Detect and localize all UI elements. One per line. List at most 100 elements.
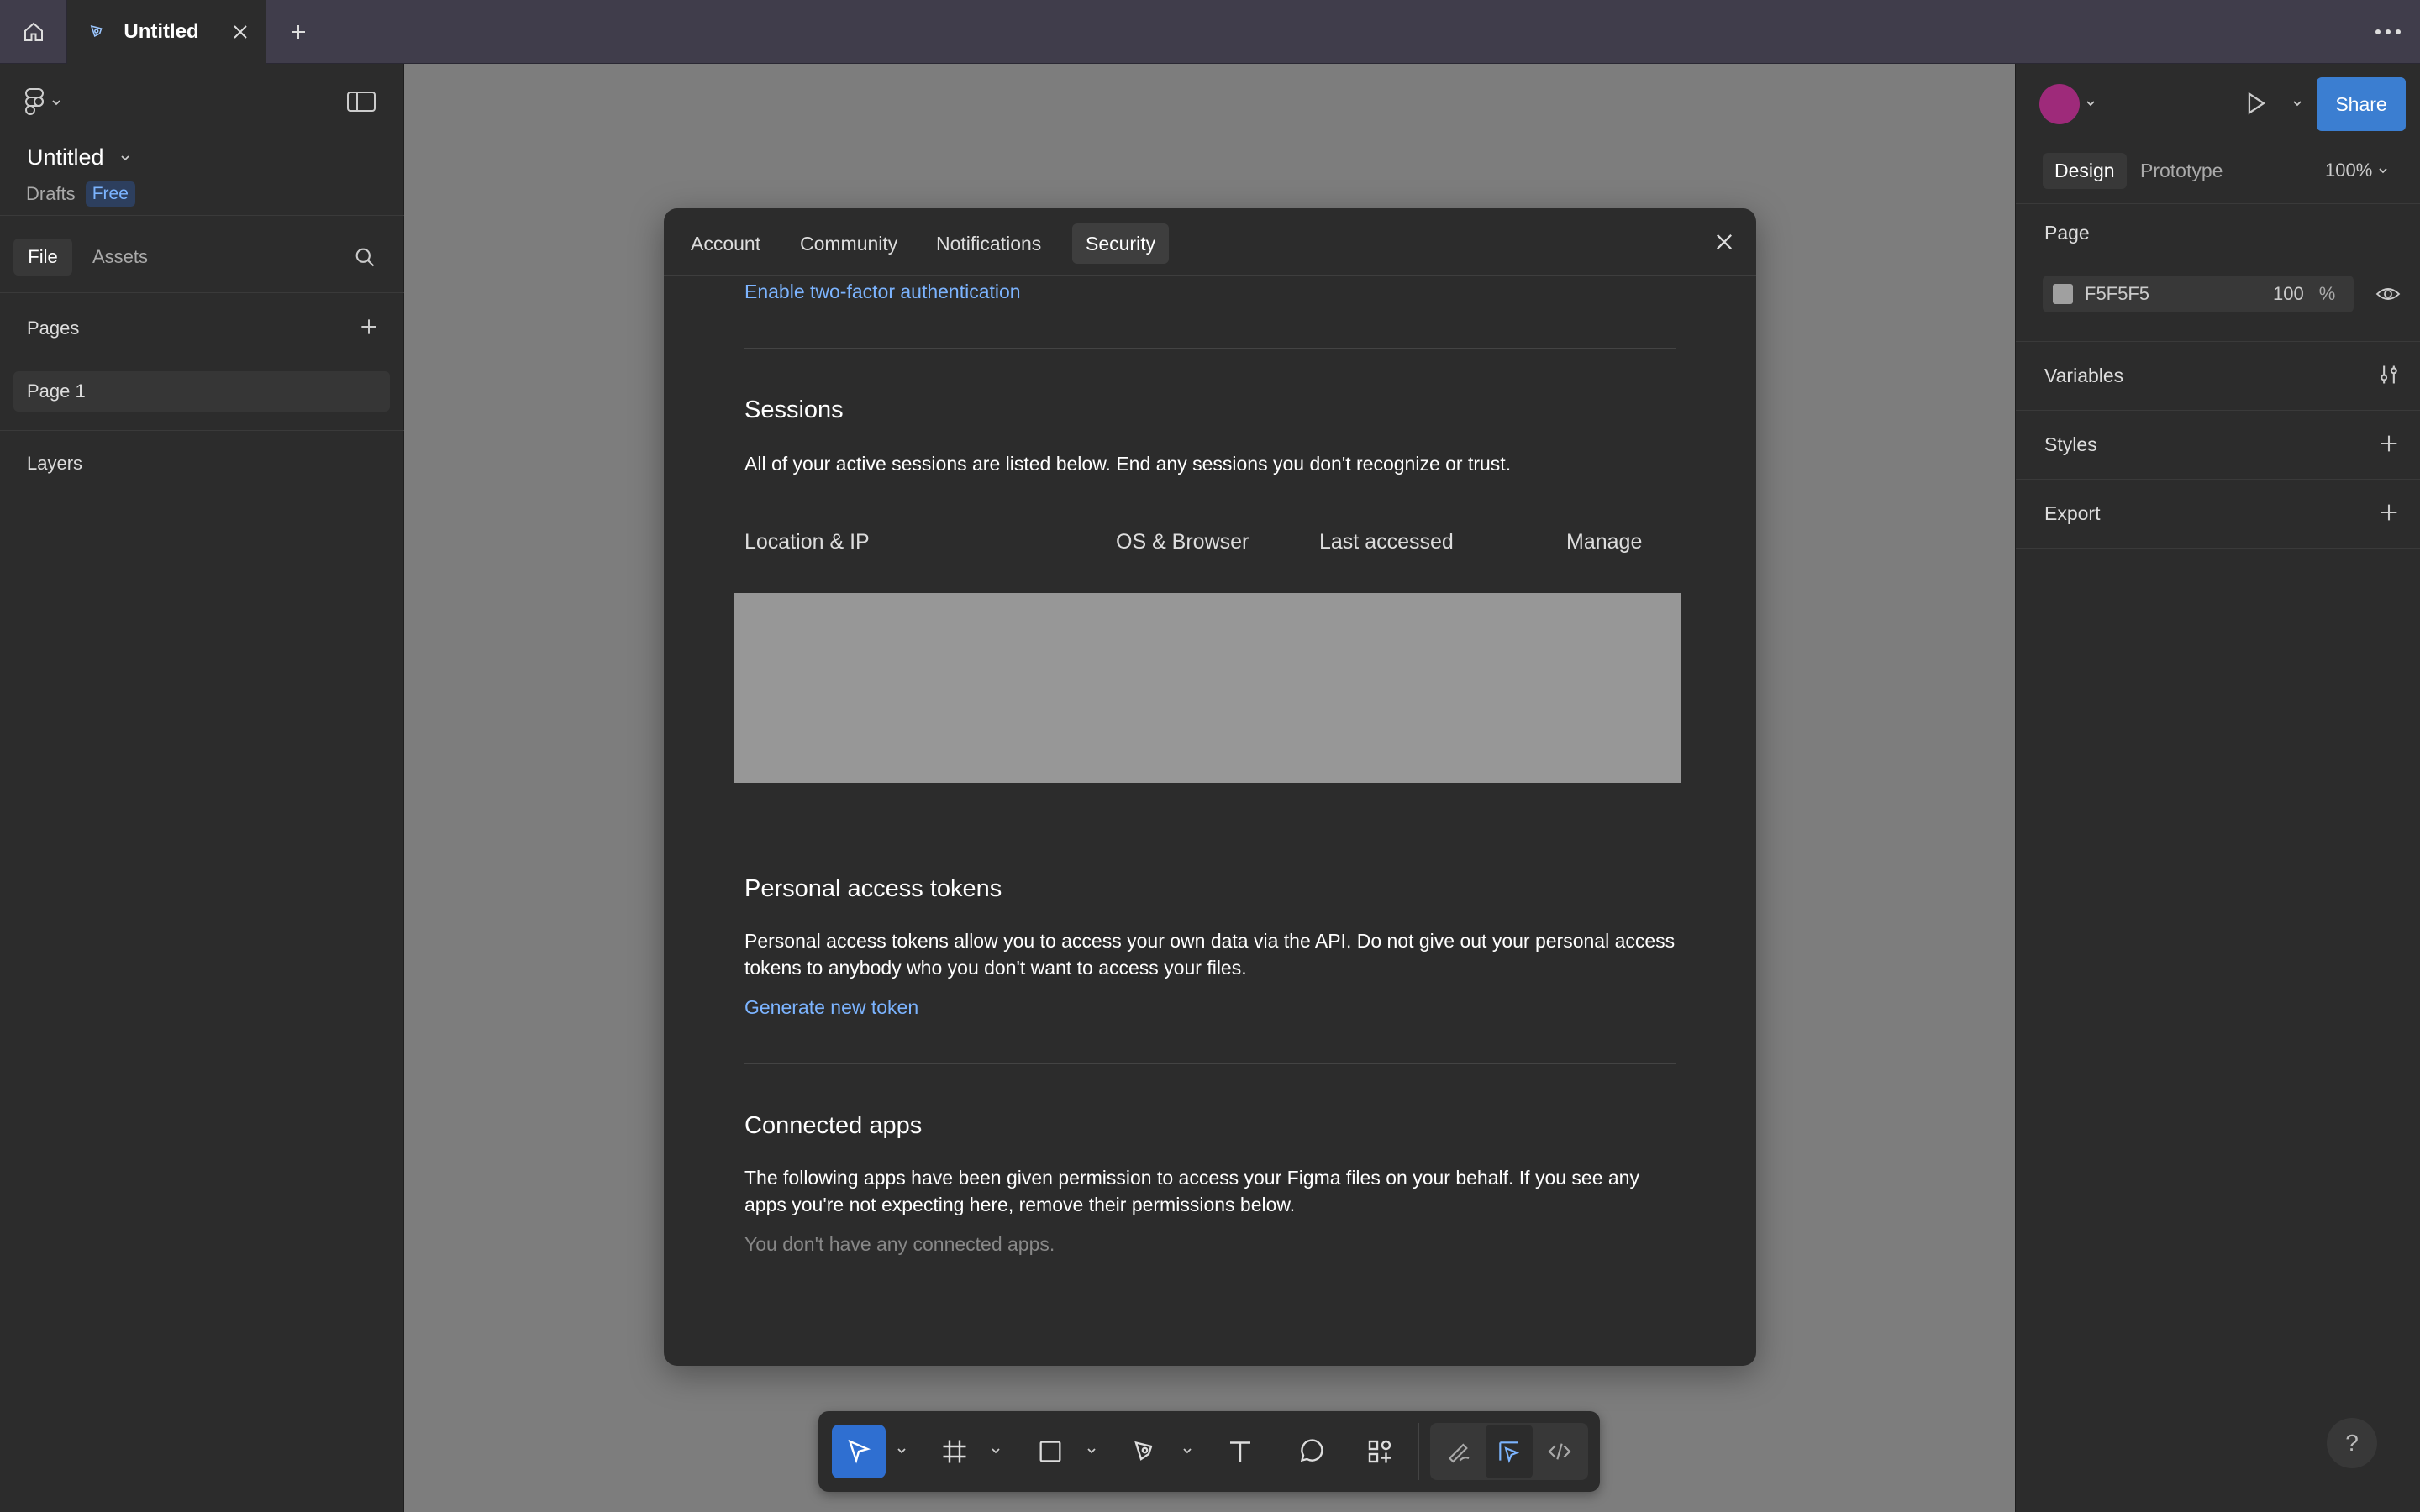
tab-security[interactable]: Security bbox=[1072, 223, 1170, 264]
file-name: Untitled bbox=[27, 144, 104, 170]
styles-heading: Styles bbox=[2044, 433, 2097, 455]
avatar[interactable] bbox=[2039, 84, 2080, 124]
comment-icon bbox=[1300, 1439, 1323, 1462]
figma-logo-icon bbox=[25, 88, 44, 115]
tokens-description: Personal access tokens allow you to acce… bbox=[744, 930, 1676, 979]
tab-notifications[interactable]: Notifications bbox=[923, 223, 1055, 264]
pages-heading: Pages bbox=[27, 318, 80, 339]
chevron-down-icon[interactable] bbox=[1086, 1445, 1097, 1457]
color-swatch[interactable] bbox=[2053, 284, 2073, 304]
page-color-opacity[interactable]: 100 bbox=[2273, 283, 2304, 305]
shapes-icon bbox=[1368, 1440, 1392, 1463]
variables-button[interactable] bbox=[2377, 363, 2401, 391]
file-name-menu[interactable]: Untitled bbox=[27, 144, 131, 171]
divider bbox=[744, 1063, 1676, 1064]
design-mode-icon bbox=[1499, 1441, 1520, 1464]
connected-apps-description: The following apps have been given permi… bbox=[744, 1167, 1639, 1215]
column-header-os: OS & Browser bbox=[1116, 530, 1249, 554]
zoom-menu[interactable]: 100% bbox=[2325, 160, 2389, 181]
drafts-link[interactable]: Drafts bbox=[26, 183, 76, 205]
pen-tool[interactable] bbox=[1119, 1425, 1173, 1478]
present-button[interactable] bbox=[2241, 89, 2270, 122]
plus-icon bbox=[2381, 504, 2397, 521]
zoom-level: 100% bbox=[2325, 160, 2373, 181]
divider bbox=[0, 292, 404, 293]
move-tool[interactable] bbox=[832, 1425, 886, 1478]
settings-modal: Account Community Notifications Security… bbox=[664, 208, 1756, 1366]
ellipsis-icon bbox=[2375, 29, 2401, 34]
home-button[interactable] bbox=[0, 0, 67, 64]
mode-switcher bbox=[1430, 1423, 1588, 1480]
text-tool[interactable] bbox=[1213, 1425, 1267, 1478]
close-tab-button[interactable] bbox=[216, 0, 266, 64]
toggle-sidebar-button[interactable] bbox=[346, 89, 376, 118]
layers-heading: Layers bbox=[27, 453, 83, 474]
add-page-button[interactable] bbox=[358, 316, 380, 342]
divider bbox=[2016, 548, 2420, 549]
column-header-location: Location & IP bbox=[744, 530, 870, 554]
sidebar-icon bbox=[347, 92, 376, 112]
play-icon bbox=[2248, 92, 2265, 115]
chevron-down-icon bbox=[52, 100, 60, 106]
sessions-heading: Sessions bbox=[744, 396, 844, 423]
dev-mode-button[interactable] bbox=[1536, 1425, 1583, 1478]
tab-community[interactable]: Community bbox=[786, 223, 911, 264]
page-color-field[interactable]: F5F5F5 100 % bbox=[2043, 276, 2354, 312]
tokens-heading: Personal access tokens bbox=[744, 875, 1002, 902]
divider bbox=[2016, 479, 2420, 480]
rectangle-tool[interactable] bbox=[1023, 1425, 1077, 1478]
generate-token-link[interactable]: Generate new token bbox=[744, 996, 918, 1019]
frame-icon bbox=[943, 1440, 966, 1463]
close-modal-button[interactable] bbox=[1712, 230, 1736, 258]
sessions-list-placeholder bbox=[734, 593, 1681, 783]
toggle-visibility-button[interactable] bbox=[2375, 284, 2401, 308]
home-icon bbox=[24, 22, 43, 41]
enable-2fa-link[interactable]: Enable two-factor authentication bbox=[744, 281, 1021, 303]
new-tab-button[interactable] bbox=[269, 0, 328, 64]
tab-design[interactable]: Design bbox=[2043, 153, 2127, 189]
toolbar-separator bbox=[1418, 1423, 1419, 1480]
add-style-button[interactable] bbox=[2377, 432, 2401, 459]
chevron-down-icon bbox=[120, 155, 129, 160]
share-button[interactable]: Share bbox=[2317, 77, 2406, 131]
tab-file[interactable]: File bbox=[13, 239, 72, 276]
chevron-down-icon[interactable] bbox=[896, 1445, 908, 1457]
divider bbox=[2016, 410, 2420, 411]
frame-tool[interactable] bbox=[928, 1425, 981, 1478]
chevron-down-icon[interactable] bbox=[2291, 97, 2303, 109]
chevron-down-icon[interactable] bbox=[2085, 97, 2096, 109]
more-menu-button[interactable] bbox=[2356, 0, 2420, 64]
chevron-down-icon[interactable] bbox=[990, 1445, 1002, 1457]
variables-heading: Variables bbox=[2044, 365, 2124, 386]
divider bbox=[744, 348, 1676, 349]
sessions-description: All of your active sessions are listed b… bbox=[744, 453, 1512, 475]
divider bbox=[2016, 203, 2420, 204]
page-item[interactable]: Page 1 bbox=[13, 371, 390, 412]
pen-icon bbox=[1134, 1441, 1153, 1461]
tab-prototype[interactable]: Prototype bbox=[2140, 160, 2223, 182]
add-export-button[interactable] bbox=[2377, 501, 2401, 528]
resources-tool[interactable] bbox=[1353, 1425, 1407, 1478]
column-header-manage: Manage bbox=[1566, 530, 1643, 554]
main-menu-button[interactable] bbox=[24, 87, 62, 118]
draw-mode-button[interactable] bbox=[1435, 1425, 1482, 1478]
comment-tool[interactable] bbox=[1284, 1425, 1338, 1478]
chevron-down-icon bbox=[2379, 168, 2387, 174]
file-location: Drafts Free bbox=[26, 181, 135, 207]
divider bbox=[0, 215, 404, 216]
plan-badge[interactable]: Free bbox=[85, 181, 135, 207]
design-mode-button[interactable] bbox=[1486, 1425, 1533, 1478]
close-icon bbox=[1717, 234, 1732, 249]
cursor-icon bbox=[848, 1439, 871, 1464]
divider bbox=[0, 430, 404, 431]
page-color-hex[interactable]: F5F5F5 bbox=[2085, 283, 2261, 305]
chevron-down-icon[interactable] bbox=[1181, 1445, 1193, 1457]
help-button[interactable]: ? bbox=[2327, 1418, 2377, 1468]
plus-icon bbox=[292, 25, 305, 39]
tab-assets[interactable]: Assets bbox=[92, 239, 148, 276]
search-layers-button[interactable] bbox=[353, 245, 376, 273]
connected-apps-heading: Connected apps bbox=[744, 1112, 923, 1139]
page-heading: Page bbox=[2044, 222, 2090, 244]
file-tab-untitled[interactable]: Untitled bbox=[67, 0, 266, 64]
tab-account[interactable]: Account bbox=[677, 223, 774, 264]
